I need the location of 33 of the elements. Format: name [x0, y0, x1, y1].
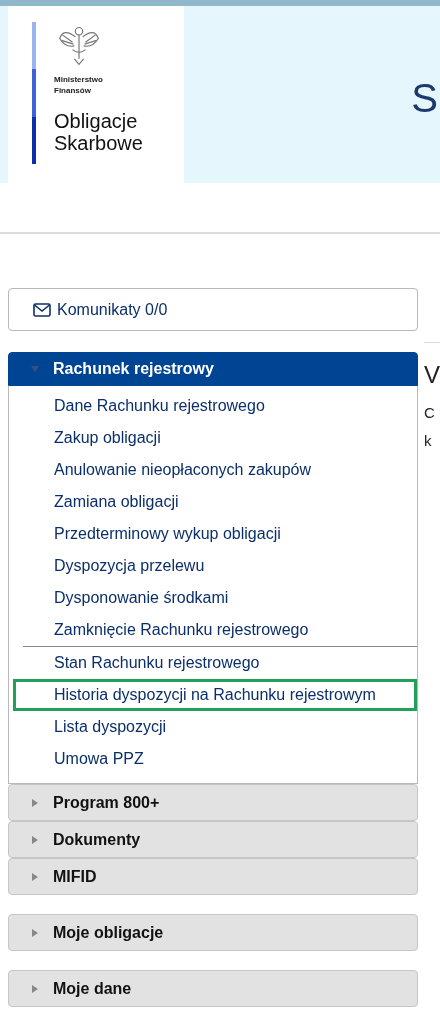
caret-right-icon [31, 798, 39, 807]
menu-section-header[interactable]: Dokumenty [8, 821, 418, 858]
header-title: S [411, 76, 438, 122]
brand-name: Obligacje Skarbowe [54, 110, 143, 154]
menu-item[interactable]: Stan Rachunku rejestrowego [9, 647, 417, 679]
messages-button[interactable]: Komunikaty 0/0 [8, 288, 418, 331]
content-text: C [424, 403, 436, 423]
menu-item[interactable]: Anulowanie nieopłaconych zakupów [9, 454, 417, 486]
content-heading: V [424, 361, 440, 390]
caret-right-icon [31, 984, 39, 993]
menu-item[interactable]: Dysponowanie środkami [9, 582, 417, 614]
menu-section-header[interactable]: MIFID [8, 858, 418, 895]
caret-down-icon [31, 365, 39, 373]
menu-section-header[interactable]: Moje dane [8, 970, 418, 1007]
menu-item[interactable]: Przedterminowy wykup obligacji [9, 518, 417, 550]
menu-item[interactable]: Umowa PPZ [9, 743, 417, 775]
content-text: k [424, 431, 433, 451]
menu-item[interactable]: Zamiana obligacji [9, 486, 417, 518]
caret-right-icon [31, 928, 39, 937]
ministry-name: Ministerstwo Finansów [54, 74, 104, 96]
caret-right-icon [31, 835, 39, 844]
caret-right-icon [31, 872, 39, 881]
menu-item[interactable]: Zamknięcie Rachunku rejestrowego [9, 614, 417, 646]
envelope-icon [33, 302, 51, 317]
logo-bar-icon [32, 22, 36, 164]
menu-item[interactable]: Dane Rachunku rejestrowego [9, 390, 417, 422]
menu-item[interactable]: Lista dyspozycji [9, 711, 417, 743]
menu-item[interactable]: Historia dyspozycji na Rachunku rejestrowym [13, 679, 417, 711]
menu-section-header[interactable]: Rachunek rejestrowy [8, 352, 418, 386]
menu-section-header[interactable]: Program 800+ [8, 784, 418, 821]
menu-section-header[interactable]: Moje obligacje [8, 914, 418, 951]
menu-item[interactable]: Dyspozycja przelewu [9, 550, 417, 582]
menu-item[interactable]: Zakup obligacji [9, 422, 417, 454]
